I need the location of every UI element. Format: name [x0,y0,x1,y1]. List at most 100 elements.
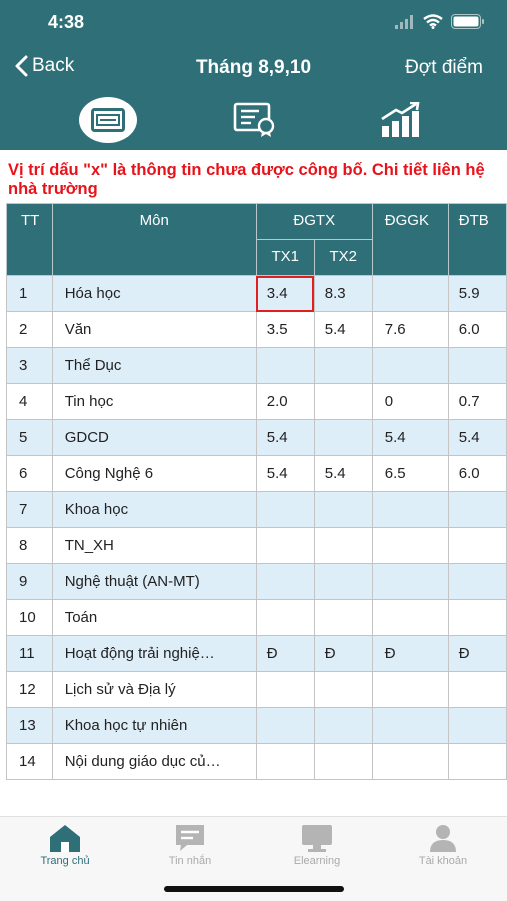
cell-tt: 12 [6,671,53,708]
tab-awards[interactable] [224,92,286,148]
cell-tx1 [255,707,315,744]
cell-dggk [371,743,449,780]
home-icon [50,825,80,852]
cell-tx2 [313,383,373,420]
cell-subject: Công Nghệ 6 [51,455,257,492]
table-row[interactable]: 6 Công Nghệ 6 5.4 5.4 6.5 6.0 [6,455,507,492]
grades-table-scroll[interactable]: TT Môn ĐGTX ĐGGK ĐTB TX1 TX2 1 Hóa học 3… [6,203,507,780]
bottom-nav-elearning[interactable]: Elearning [262,823,372,867]
cell-dggk: Đ [371,635,449,672]
cell-subject: Nghệ thuật (AN-MT) [51,563,257,600]
cell-dggk: 6.5 [371,455,449,492]
table-row[interactable]: 1 Hóa học 3.4 8.3 5.9 [6,275,507,312]
cell-subject: Nội dung giáo dục củ… [51,743,257,780]
cell-tx2 [313,707,373,744]
cell-dtb: 6.0 [447,455,507,492]
cell-dtb: 5.4 [447,419,507,456]
cell-tt: 4 [6,383,53,420]
header-dtb: ĐTB [447,203,507,276]
cell-subject: Hoạt động trải nghiệ… [51,635,257,672]
cell-tx2 [313,671,373,708]
cell-dtb: 6.0 [447,311,507,348]
cell-dtb [447,599,507,636]
battery-icon [451,14,484,29]
bottom-nav-messages-label: Tin nhắn [168,855,212,867]
cell-dtb [447,563,507,600]
cell-tt: 3 [6,347,53,384]
grade-period-button[interactable]: Đợt điểm [405,57,483,79]
table-row[interactable]: 14 Nội dung giáo dục củ… [6,743,507,780]
status-time: 4:38 [48,12,85,32]
cell-tt: 5 [6,419,53,456]
cell-tx1 [255,491,315,528]
cell-tt: 14 [6,743,53,780]
cell-tt: 6 [6,455,53,492]
cell-dggk: 7.6 [371,311,449,348]
bottom-nav-home[interactable]: Trang chủ [10,823,120,867]
cell-dtb [447,707,507,744]
table-row[interactable]: 3 Thể Dục [6,347,507,384]
header-dggk: ĐGGK [371,203,449,276]
cell-dtb [447,743,507,780]
table-row[interactable]: 7 Khoa học [6,491,507,528]
cell-subject: Văn [51,311,257,348]
wifi-icon [423,14,443,29]
table-row[interactable]: 9 Nghệ thuật (AN-MT) [6,563,507,600]
cell-tt: 11 [6,635,53,672]
message-icon [176,825,204,851]
table-row[interactable]: 10 Toán [6,599,507,636]
notice-text: Vị trí dấu "x" là thông tin chưa được cô… [8,161,485,198]
cell-tx1 [255,671,315,708]
cell-tx2: Đ [313,635,373,672]
cell-tx1: Đ [255,635,315,672]
header-tx1: TX1 [255,239,315,276]
cell-subject: Lịch sử và Địa lý [51,671,257,708]
table-row[interactable]: 12 Lịch sử và Địa lý [6,671,507,708]
header-dgtx: ĐGTX [255,203,373,240]
cell-subject: Khoa học tự nhiên [51,707,257,744]
cell-tx2: 5.4 [313,311,373,348]
back-button[interactable]: Back [14,55,74,77]
cell-dggk: 0 [371,383,449,420]
cell-tx2 [313,599,373,636]
cell-tx2 [313,347,373,384]
cell-tx1: 3.5 [255,311,315,348]
table-row[interactable]: 8 TN_XH [6,527,507,564]
table-row[interactable]: 4 Tin học 2.0 0 0.7 [6,383,507,420]
header-subject: Môn [51,203,257,276]
cell-tx2 [313,491,373,528]
tab-statistics[interactable] [370,92,432,148]
chevron-left-icon [15,55,28,77]
header-tx2: TX2 [313,239,373,276]
table-row[interactable]: 5 GDCD 5.4 5.4 5.4 [6,419,507,456]
table-row[interactable]: 2 Văn 3.5 5.4 7.6 6.0 [6,311,507,348]
cell-tt: 1 [6,275,53,312]
cell-dggk [371,563,449,600]
cell-dggk [371,707,449,744]
cell-subject: GDCD [51,419,257,456]
home-indicator [164,886,344,892]
header-tt: TT [6,203,53,276]
table-row[interactable]: 11 Hoạt động trải nghiệ… Đ Đ Đ Đ [6,635,507,672]
cell-tt: 8 [6,527,53,564]
cell-dtb [447,671,507,708]
cell-tx2: 8.3 [313,275,373,312]
back-label: Back [32,55,75,76]
cell-tx1-selected[interactable]: 3.4 [255,275,315,312]
cell-tx1 [255,563,315,600]
bottom-nav-messages[interactable]: Tin nhắn [135,823,245,867]
cell-subject: Khoa học [51,491,257,528]
cell-dtb: 5.9 [447,275,507,312]
tab-grades[interactable] [77,92,139,148]
cell-dtb: Đ [447,635,507,672]
cell-tt: 7 [6,491,53,528]
bottom-nav-home-label: Trang chủ [40,855,90,867]
bottom-nav-account[interactable]: Tài khoản [388,823,498,867]
cell-tx2 [313,743,373,780]
table-row[interactable]: 13 Khoa học tự nhiên [6,707,507,744]
cell-dggk [371,275,449,312]
cell-dtb: 0.7 [447,383,507,420]
cell-tx2 [313,563,373,600]
cell-dtb [447,347,507,384]
cell-dggk [371,599,449,636]
